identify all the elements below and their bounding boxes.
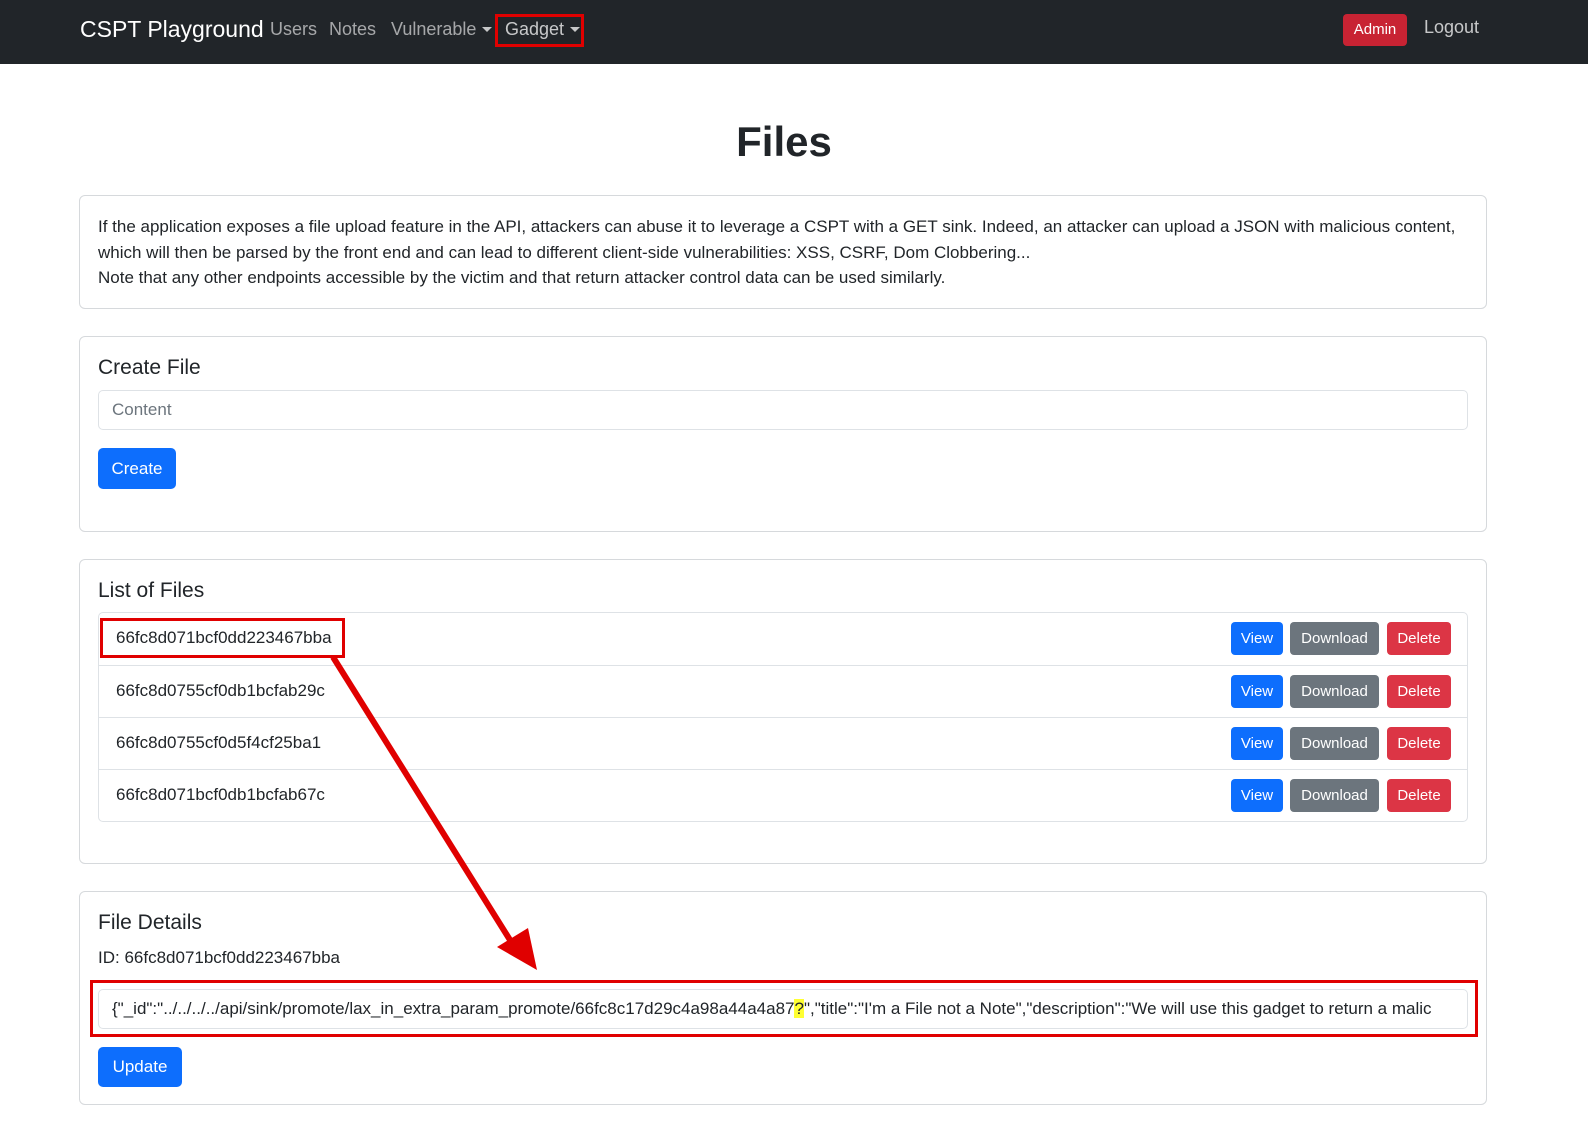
annotation-arrow xyxy=(330,655,537,970)
arrow-line xyxy=(330,655,513,942)
